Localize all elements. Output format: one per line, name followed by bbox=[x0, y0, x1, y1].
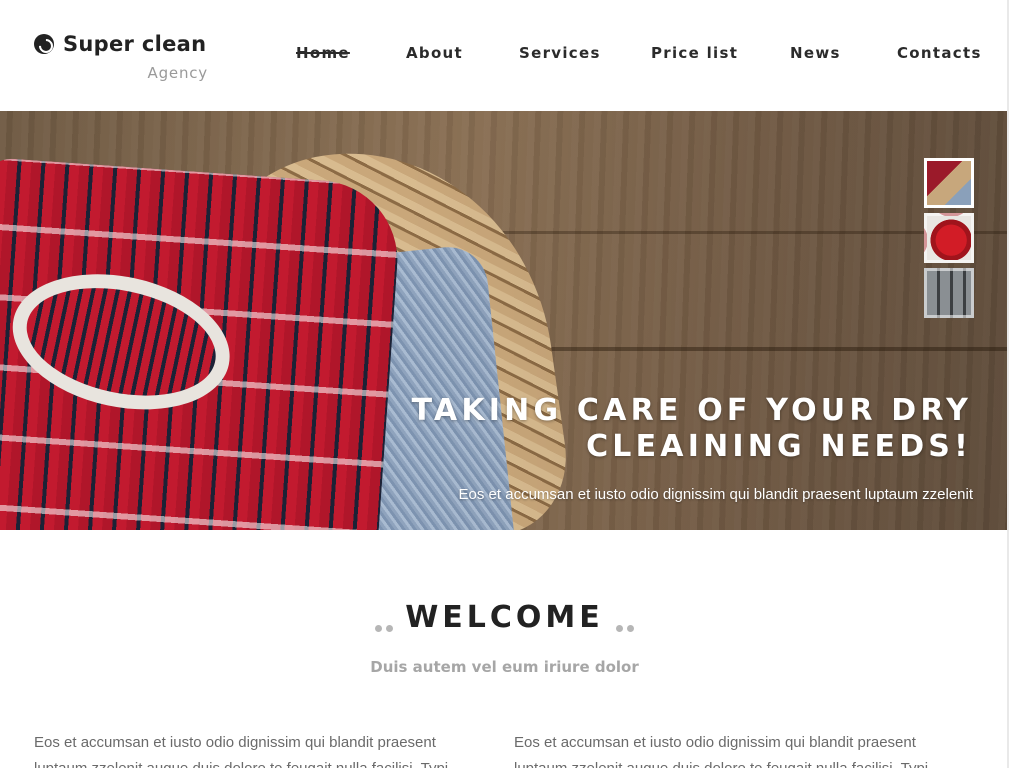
slider-thumbnail-1[interactable] bbox=[924, 158, 974, 208]
hero-subtitle: Eos et accumsan et iusto odio dignissim … bbox=[458, 486, 973, 503]
brand-tagline: Agency bbox=[147, 64, 208, 82]
hero-title: TAKING CARE OF YOUR DRY CLEAINING NEEDS! bbox=[352, 393, 972, 465]
hero-overlay bbox=[0, 111, 1007, 530]
welcome-subtitle: Duis autem vel eum iriure dolor bbox=[370, 658, 639, 676]
nav-item-contacts[interactable]: Contacts bbox=[897, 44, 982, 62]
slider-thumbnails bbox=[924, 158, 974, 323]
hero-slider: TAKING CARE OF YOUR DRY CLEAINING NEEDS!… bbox=[0, 111, 1007, 530]
nav-item-news[interactable]: News bbox=[790, 44, 841, 62]
slider-thumbnail-3[interactable] bbox=[924, 268, 974, 318]
welcome-title: WELCOME bbox=[405, 600, 604, 635]
nav-item-home[interactable]: Home bbox=[296, 44, 350, 62]
welcome-text-left: Eos et accumsan et iusto odio dignissim … bbox=[34, 734, 448, 768]
hero-title-line-1: TAKING CARE OF YOUR DRY bbox=[411, 393, 972, 428]
nav-item-price-list[interactable]: Price list bbox=[651, 44, 738, 62]
slider-thumbnail-2[interactable] bbox=[924, 213, 974, 263]
decor-dots-right bbox=[614, 619, 636, 637]
nav-item-about[interactable]: About bbox=[406, 44, 463, 62]
welcome-text-right: Eos et accumsan et iusto odio dignissim … bbox=[514, 734, 928, 768]
nav-item-services[interactable]: Services bbox=[519, 44, 601, 62]
welcome-heading: WELCOME bbox=[0, 600, 1009, 637]
main-nav: Home About Services Price list News Cont… bbox=[0, 44, 1009, 66]
hero-title-line-2: CLEAINING NEEDS! bbox=[586, 429, 972, 464]
decor-dots-left bbox=[373, 619, 395, 637]
site-header: Super clean Agency Home About Services P… bbox=[0, 0, 1009, 111]
